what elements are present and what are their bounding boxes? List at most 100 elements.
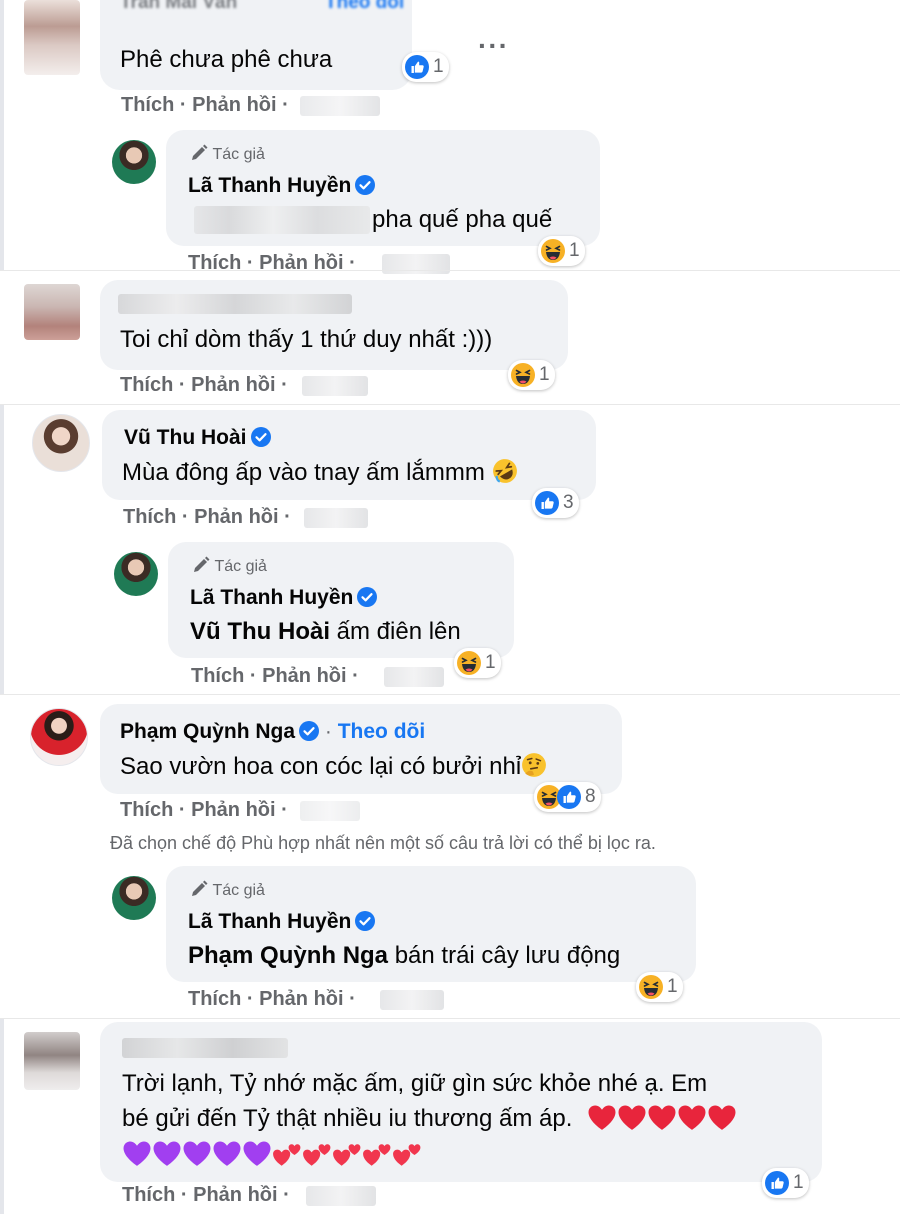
- purple-heart-emoji: [153, 1141, 181, 1166]
- like-button[interactable]: Thích: [121, 94, 174, 117]
- comment-text: Sao vườn hoa con cóc lại có bưởi nhỉ: [120, 752, 547, 781]
- thread-line: [0, 1018, 4, 1214]
- comment-bubble: Vũ Thu Hoài Mùa đông ấp vào tnay ấm lắmm…: [102, 410, 596, 500]
- redacted-text: [194, 206, 370, 234]
- commenter-name-redacted[interactable]: [118, 294, 352, 314]
- thread-line: [0, 405, 4, 695]
- mention-link[interactable]: Phạm Quỳnh Nga: [188, 942, 388, 969]
- follow-link[interactable]: Theo dõi: [325, 0, 404, 14]
- pen-icon: [192, 144, 208, 160]
- like-icon: [765, 1171, 789, 1195]
- red-heart-emoji: [678, 1105, 706, 1130]
- like-button[interactable]: Thích: [122, 1184, 175, 1207]
- two-hearts-emoji: [273, 1144, 301, 1166]
- reaction-number: 3: [563, 492, 574, 513]
- reply-button[interactable]: Phản hồi: [191, 374, 275, 397]
- like-button[interactable]: Thích: [120, 374, 173, 397]
- reply-bubble: Tác giả Lã Thanh Huyền Vũ Thu Hoài ấm đi…: [168, 542, 514, 658]
- reaction-number: 1: [667, 976, 678, 997]
- author-tag: Tác giả: [190, 144, 265, 164]
- like-icon: [535, 491, 559, 515]
- comment-actions: Thích · Phản hồi ·: [188, 988, 356, 1011]
- reaction-count[interactable]: 1: [538, 236, 585, 266]
- comment-bubble: Phạm Quỳnh Nga · Theo dõi Sao vườn hoa c…: [100, 704, 622, 794]
- two-hearts-emoji: [363, 1144, 391, 1166]
- commenter-name-row: Lã Thanh Huyền: [188, 174, 376, 198]
- reply-button[interactable]: Phản hồi: [262, 665, 346, 688]
- commenter-name[interactable]: Vũ Thu Hoài: [124, 426, 247, 449]
- reaction-count[interactable]: 1: [762, 1168, 809, 1198]
- two-hearts-emoji: [333, 1144, 361, 1166]
- avatar[interactable]: [112, 140, 156, 184]
- reply-button[interactable]: Phản hồi: [192, 94, 276, 117]
- like-button[interactable]: Thích: [188, 252, 241, 275]
- comment-text: Phạm Quỳnh Nga bán trái cây lưu động: [188, 942, 620, 970]
- commenter-name[interactable]: Lã Thanh Huyền: [188, 910, 351, 933]
- reaction-count[interactable]: 1: [402, 52, 449, 82]
- comment-bubble: Toi chỉ dòm thấy 1 thứ duy nhất :))): [100, 280, 568, 370]
- timestamp-redacted: [300, 96, 380, 116]
- reply-button[interactable]: Phản hồi: [259, 988, 343, 1011]
- commenter-name-row: Phạm Quỳnh Nga · Theo dõi: [120, 720, 426, 743]
- like-button[interactable]: Thích: [123, 506, 176, 529]
- emoji-row: [587, 1105, 737, 1132]
- reply-button[interactable]: Phản hồi: [259, 252, 343, 275]
- reaction-count[interactable]: 1: [636, 972, 683, 1002]
- reaction-count[interactable]: 1: [508, 360, 555, 390]
- reaction-number: 8: [585, 786, 596, 807]
- more-icon[interactable]: ···: [478, 30, 509, 62]
- mention-link[interactable]: Vũ Thu Hoài: [190, 618, 330, 645]
- like-icon: [405, 55, 429, 79]
- commenter-name[interactable]: Phạm Quỳnh Nga: [120, 720, 295, 743]
- timestamp-redacted: [382, 254, 450, 274]
- haha-icon: [457, 651, 481, 675]
- comment-text-content: Sao vườn hoa con cóc lại có bưởi nhỉ: [120, 753, 522, 780]
- comment-text-content: bán trái cây lưu động: [388, 942, 621, 969]
- reply-button[interactable]: Phản hồi: [191, 799, 275, 822]
- reaction-count[interactable]: 3: [532, 488, 579, 518]
- comment-bubble: Trần Mai Vân Theo dõi Phê chưa phê chưa: [100, 0, 412, 90]
- follow-link[interactable]: Theo dõi: [338, 720, 426, 743]
- avatar[interactable]: [30, 708, 88, 766]
- reaction-count[interactable]: 1: [454, 648, 501, 678]
- emoji-row: [122, 1140, 422, 1173]
- like-icon: [557, 785, 581, 809]
- comment-actions: Thích · Phản hồi ·: [122, 1184, 290, 1207]
- comment-actions: Thích · Phản hồi ·: [188, 252, 356, 275]
- reaction-count[interactable]: 8: [534, 782, 601, 812]
- verified-icon: [355, 911, 376, 931]
- like-button[interactable]: Thích: [191, 665, 244, 688]
- avatar[interactable]: [114, 552, 158, 596]
- commenter-name-row: Lã Thanh Huyền: [190, 586, 378, 610]
- commenter-name[interactable]: Lã Thanh Huyền: [190, 586, 353, 609]
- avatar[interactable]: [24, 284, 80, 340]
- thinking-emoji: [522, 753, 547, 777]
- comment-actions: Thích · Phản hồi ·: [120, 374, 288, 397]
- reply-button[interactable]: Phản hồi: [193, 1184, 277, 1207]
- comment-text: Mùa đông ấp vào tnay ấm lắmmm: [122, 458, 518, 487]
- comment-text: Vũ Thu Hoài ấm điên lên: [190, 618, 461, 646]
- commenter-name[interactable]: Trần Mai Vân: [120, 0, 237, 14]
- reaction-number: 1: [793, 1172, 804, 1193]
- avatar[interactable]: [24, 0, 80, 75]
- comment-text-line: bé gửi đến Tỷ thật nhiều iu thương ấm áp…: [122, 1104, 737, 1133]
- purple-heart-emoji: [183, 1141, 211, 1166]
- author-tag-label: Tác giả: [214, 558, 267, 575]
- avatar[interactable]: [112, 876, 156, 920]
- comment-text-line: Trời lạnh, Tỷ nhớ mặc ấm, giữ gìn sức kh…: [122, 1070, 708, 1097]
- reply-button[interactable]: Phản hồi: [194, 506, 278, 529]
- rolling-laugh-emoji: [492, 459, 517, 483]
- avatar[interactable]: [24, 1032, 80, 1090]
- like-button[interactable]: Thích: [188, 988, 241, 1011]
- red-heart-emoji: [648, 1105, 676, 1130]
- commenter-name[interactable]: Lã Thanh Huyền: [188, 174, 351, 197]
- comment-text-content: ấm điên lên: [330, 618, 461, 645]
- like-button[interactable]: Thích: [120, 799, 173, 822]
- commenter-name-redacted[interactable]: [122, 1038, 288, 1058]
- verified-icon: [355, 175, 376, 195]
- comment-bubble: Trời lạnh, Tỷ nhớ mặc ấm, giữ gìn sức kh…: [100, 1022, 822, 1182]
- timestamp-redacted: [384, 667, 444, 687]
- avatar[interactable]: [32, 414, 90, 472]
- pen-icon: [192, 880, 208, 896]
- two-hearts-emoji: [393, 1144, 421, 1166]
